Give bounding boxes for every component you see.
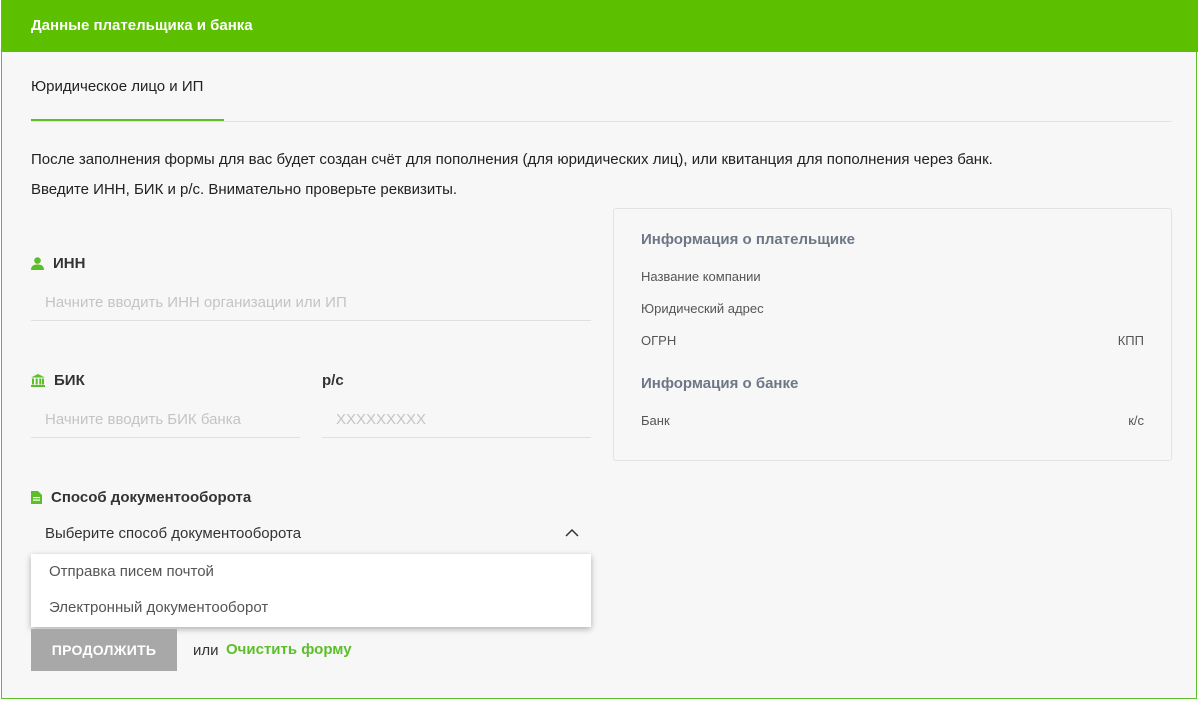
description-line-1: После заполнения формы для вас будет соз… xyxy=(31,151,993,168)
kpp-label: КПП xyxy=(1117,333,1144,348)
tab-divider xyxy=(31,121,1172,122)
chevron-up-icon[interactable] xyxy=(565,526,579,540)
bank-icon xyxy=(31,374,45,387)
account-field[interactable] xyxy=(322,401,591,438)
docflow-label: Способ документооборота xyxy=(31,489,251,506)
payer-info-title: Информация о плательщике xyxy=(641,231,855,248)
bik-label: БИК xyxy=(31,372,85,389)
info-box: Информация о плательщике Название компан… xyxy=(613,208,1172,461)
inn-field[interactable] xyxy=(31,284,591,321)
inn-label-text: ИНН xyxy=(53,255,86,272)
panel-title: Данные плательщика и банка xyxy=(31,17,253,34)
clear-form-link[interactable]: Очистить форму xyxy=(226,641,352,658)
continue-button[interactable]: ПРОДОЛЖИТЬ xyxy=(31,629,177,671)
company-name-label: Название компании xyxy=(641,269,761,284)
bik-label-text: БИК xyxy=(54,372,85,389)
bank-info-title: Информация о банке xyxy=(641,375,799,392)
inn-label: ИНН xyxy=(31,255,85,272)
panel-header: Данные плательщика и банка xyxy=(2,0,1198,52)
docflow-select[interactable]: Выберите способ документооборота xyxy=(31,516,591,552)
user-icon xyxy=(31,257,44,270)
account-label-text: р/с xyxy=(322,372,344,389)
docflow-selected-value: Выберите способ документооборота xyxy=(45,525,302,542)
document-icon xyxy=(31,491,42,504)
payer-bank-panel: Данные плательщика и банка Юридическое л… xyxy=(1,0,1198,699)
tab-legal-entity[interactable]: Юридическое лицо и ИП xyxy=(31,78,203,95)
docflow-dropdown: Отправка писем почтой Электронный докуме… xyxy=(31,554,591,627)
docflow-label-text: Способ документооборота xyxy=(51,489,252,506)
account-input[interactable] xyxy=(322,401,591,437)
ogrn-label: ОГРН xyxy=(641,333,677,348)
description-line-2: Введите ИНН, БИК и р/с. Внимательно пров… xyxy=(31,181,458,198)
bik-field[interactable] xyxy=(31,401,300,438)
inn-input[interactable] xyxy=(31,284,591,320)
legal-address-label: Юридический адрес xyxy=(641,301,764,316)
bank-label: Банк xyxy=(641,413,670,428)
ks-label: к/с xyxy=(1128,413,1144,428)
docflow-option-edo[interactable]: Электронный документооборот xyxy=(49,599,268,616)
docflow-option-mail[interactable]: Отправка писем почтой xyxy=(49,563,214,580)
or-text: или xyxy=(193,642,219,659)
account-label: р/с xyxy=(322,372,344,389)
bik-input[interactable] xyxy=(31,401,300,437)
